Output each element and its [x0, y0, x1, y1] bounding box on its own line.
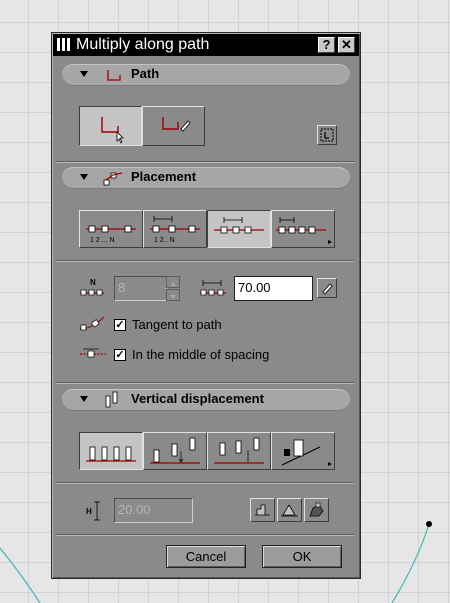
collapse-arrow-icon: [80, 174, 88, 180]
section-divider: [56, 161, 354, 163]
count-input[interactable]: 8: [114, 276, 167, 301]
section-divider: [56, 482, 354, 484]
placement-mode-fill-button[interactable]: 1 2.. N: [143, 210, 207, 248]
count-spin-up[interactable]: [166, 276, 180, 288]
vertical-mode-flat-button[interactable]: [79, 432, 143, 470]
path-section-header[interactable]: Path: [62, 64, 350, 86]
height-icon: H: [86, 501, 100, 521]
title-bar[interactable]: Multiply along path ? ✕: [53, 34, 359, 56]
placement-more-icon: [276, 217, 332, 244]
distance-icon: [200, 280, 226, 296]
tangent-checkbox[interactable]: ✓: [114, 319, 126, 331]
placement-mode-count-button[interactable]: 1 2 ... N: [79, 210, 143, 248]
middle-spacing-icon: [80, 348, 106, 358]
vertical-section-header[interactable]: Vertical displacement: [62, 389, 350, 411]
tangent-icon: [79, 316, 105, 331]
more-options-arrow-icon: [328, 240, 332, 244]
placement-count-icon: 1 2 ... N: [86, 225, 136, 244]
placement-fill-caption: 1 2.. N: [154, 237, 175, 244]
height-input[interactable]: 20.00: [114, 498, 193, 523]
placement-icon: [103, 172, 123, 186]
vertical-mode-more-button[interactable]: [271, 432, 335, 470]
path-select-icon: [101, 117, 124, 144]
vertical-flat-icon: [86, 446, 136, 462]
path-draw-button[interactable]: [142, 106, 205, 146]
path-draw-icon: [162, 117, 191, 132]
close-button[interactable]: ✕: [338, 37, 355, 53]
placement-section-label: Placement: [131, 169, 197, 184]
tangent-label[interactable]: Tangent to path: [132, 317, 222, 333]
svg-text:H: H: [86, 507, 92, 516]
canvas-node: [426, 521, 432, 527]
section-divider: [56, 260, 354, 262]
reference-middle-button[interactable]: [277, 498, 302, 522]
count-icon: N: [80, 278, 104, 296]
pick-path-icon: [320, 128, 334, 142]
path-select-button[interactable]: [79, 106, 142, 146]
middle-spacing-checkbox[interactable]: ✓: [114, 349, 126, 361]
pick-path-button[interactable]: [317, 125, 337, 145]
measure-distance-button[interactable]: [317, 278, 337, 298]
app-icon: [57, 38, 70, 51]
middle-spacing-label[interactable]: In the middle of spacing: [132, 347, 269, 363]
cancel-button[interactable]: Cancel: [166, 545, 246, 568]
placement-count-caption: 1 2 ... N: [90, 237, 115, 244]
vertical-mode-rising-button[interactable]: [143, 432, 207, 470]
collapse-arrow-icon: [80, 71, 88, 77]
vertical-more-icon: [281, 439, 332, 466]
more-options-arrow-icon: [328, 462, 332, 466]
reference-bottom-icon: [255, 504, 270, 516]
vertical-rising-icon: [150, 437, 200, 464]
placement-distance-icon: [214, 217, 264, 234]
distance-input[interactable]: 70.00: [234, 276, 313, 301]
collapse-arrow-icon: [80, 396, 88, 402]
vertical-mode-step-button[interactable]: [207, 432, 271, 470]
reference-bottom-button[interactable]: [250, 498, 275, 522]
help-button[interactable]: ?: [318, 37, 335, 53]
dialog-title: Multiply along path: [76, 36, 210, 53]
section-divider: [56, 382, 354, 384]
path-section-label: Path: [131, 66, 160, 81]
canvas-curve-right: [391, 523, 430, 603]
placement-mode-distance-button[interactable]: [207, 210, 271, 248]
svg-text:N: N: [90, 278, 96, 287]
canvas-curve-left: [0, 547, 41, 603]
section-divider: [56, 534, 354, 536]
vertical-section-label: Vertical displacement: [131, 391, 264, 406]
vertical-step-icon: [214, 437, 264, 464]
placement-mode-more-button[interactable]: [271, 210, 335, 248]
pencil-icon: [322, 283, 333, 295]
path-icon: [107, 70, 121, 81]
multiply-along-path-dialog: Multiply along path ? ✕ Path Placement 1…: [51, 32, 361, 579]
count-spin-down[interactable]: [166, 289, 180, 301]
reference-top-button[interactable]: [304, 498, 329, 522]
ok-button[interactable]: OK: [262, 545, 342, 568]
vertical-displacement-icon: [105, 391, 118, 408]
reference-middle-icon: [281, 504, 298, 517]
placement-fill-icon: 1 2.. N: [150, 216, 200, 244]
placement-section-header[interactable]: Placement: [62, 167, 350, 189]
reference-top-icon: [309, 502, 324, 517]
